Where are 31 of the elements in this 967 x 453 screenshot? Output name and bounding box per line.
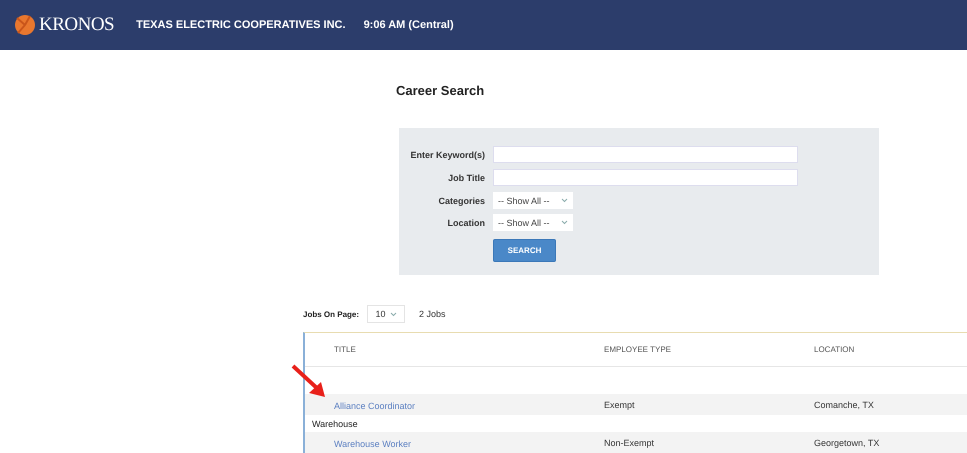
page-title: Career Search [396,83,486,98]
logo-icon [14,14,36,36]
job-count: 2 Jobs [419,309,446,319]
current-time: 9:06 AM (Central) [364,19,454,31]
brand-name: KRONOS [39,14,114,36]
table-cell-text: Exempt [604,400,636,410]
column-header: LOCATION [814,345,856,354]
page-size-dropdown[interactable]: 10 [367,305,406,323]
caret-icon [561,220,568,225]
company-name: TEXAS ELECTRIC COOPERATIVES INC. [136,19,346,31]
column-header: TITLE [334,345,357,354]
field-label: Categories [437,196,485,206]
table-cell-text: Georgetown, TX [814,438,880,448]
table-cell-text: Non-Exempt [604,438,656,448]
dropdown[interactable]: -- Show All -- [493,214,573,231]
search-button[interactable]: SEARCH [493,239,556,262]
job-title-link[interactable]: Warehouse Worker [334,438,412,448]
jobs-per-page-label: Jobs On Page: [303,310,360,318]
field-label: Job Title [447,173,485,183]
group-label: Warehouse [312,418,358,428]
field-label: Location [446,218,485,228]
table-cell-text: Comanche, TX [814,400,875,410]
caret-icon [390,312,397,316]
job-title-link[interactable]: Alliance Coordinator [334,400,416,410]
column-header: EMPLOYEE TYPE [604,345,672,354]
arrow-drawing [291,364,327,400]
caret-icon [561,198,568,203]
input-field[interactable] [493,169,798,186]
field-label: Enter Keyword(s) [409,150,485,160]
dropdown[interactable]: -- Show All -- [493,192,573,209]
input-field[interactable] [493,146,798,163]
